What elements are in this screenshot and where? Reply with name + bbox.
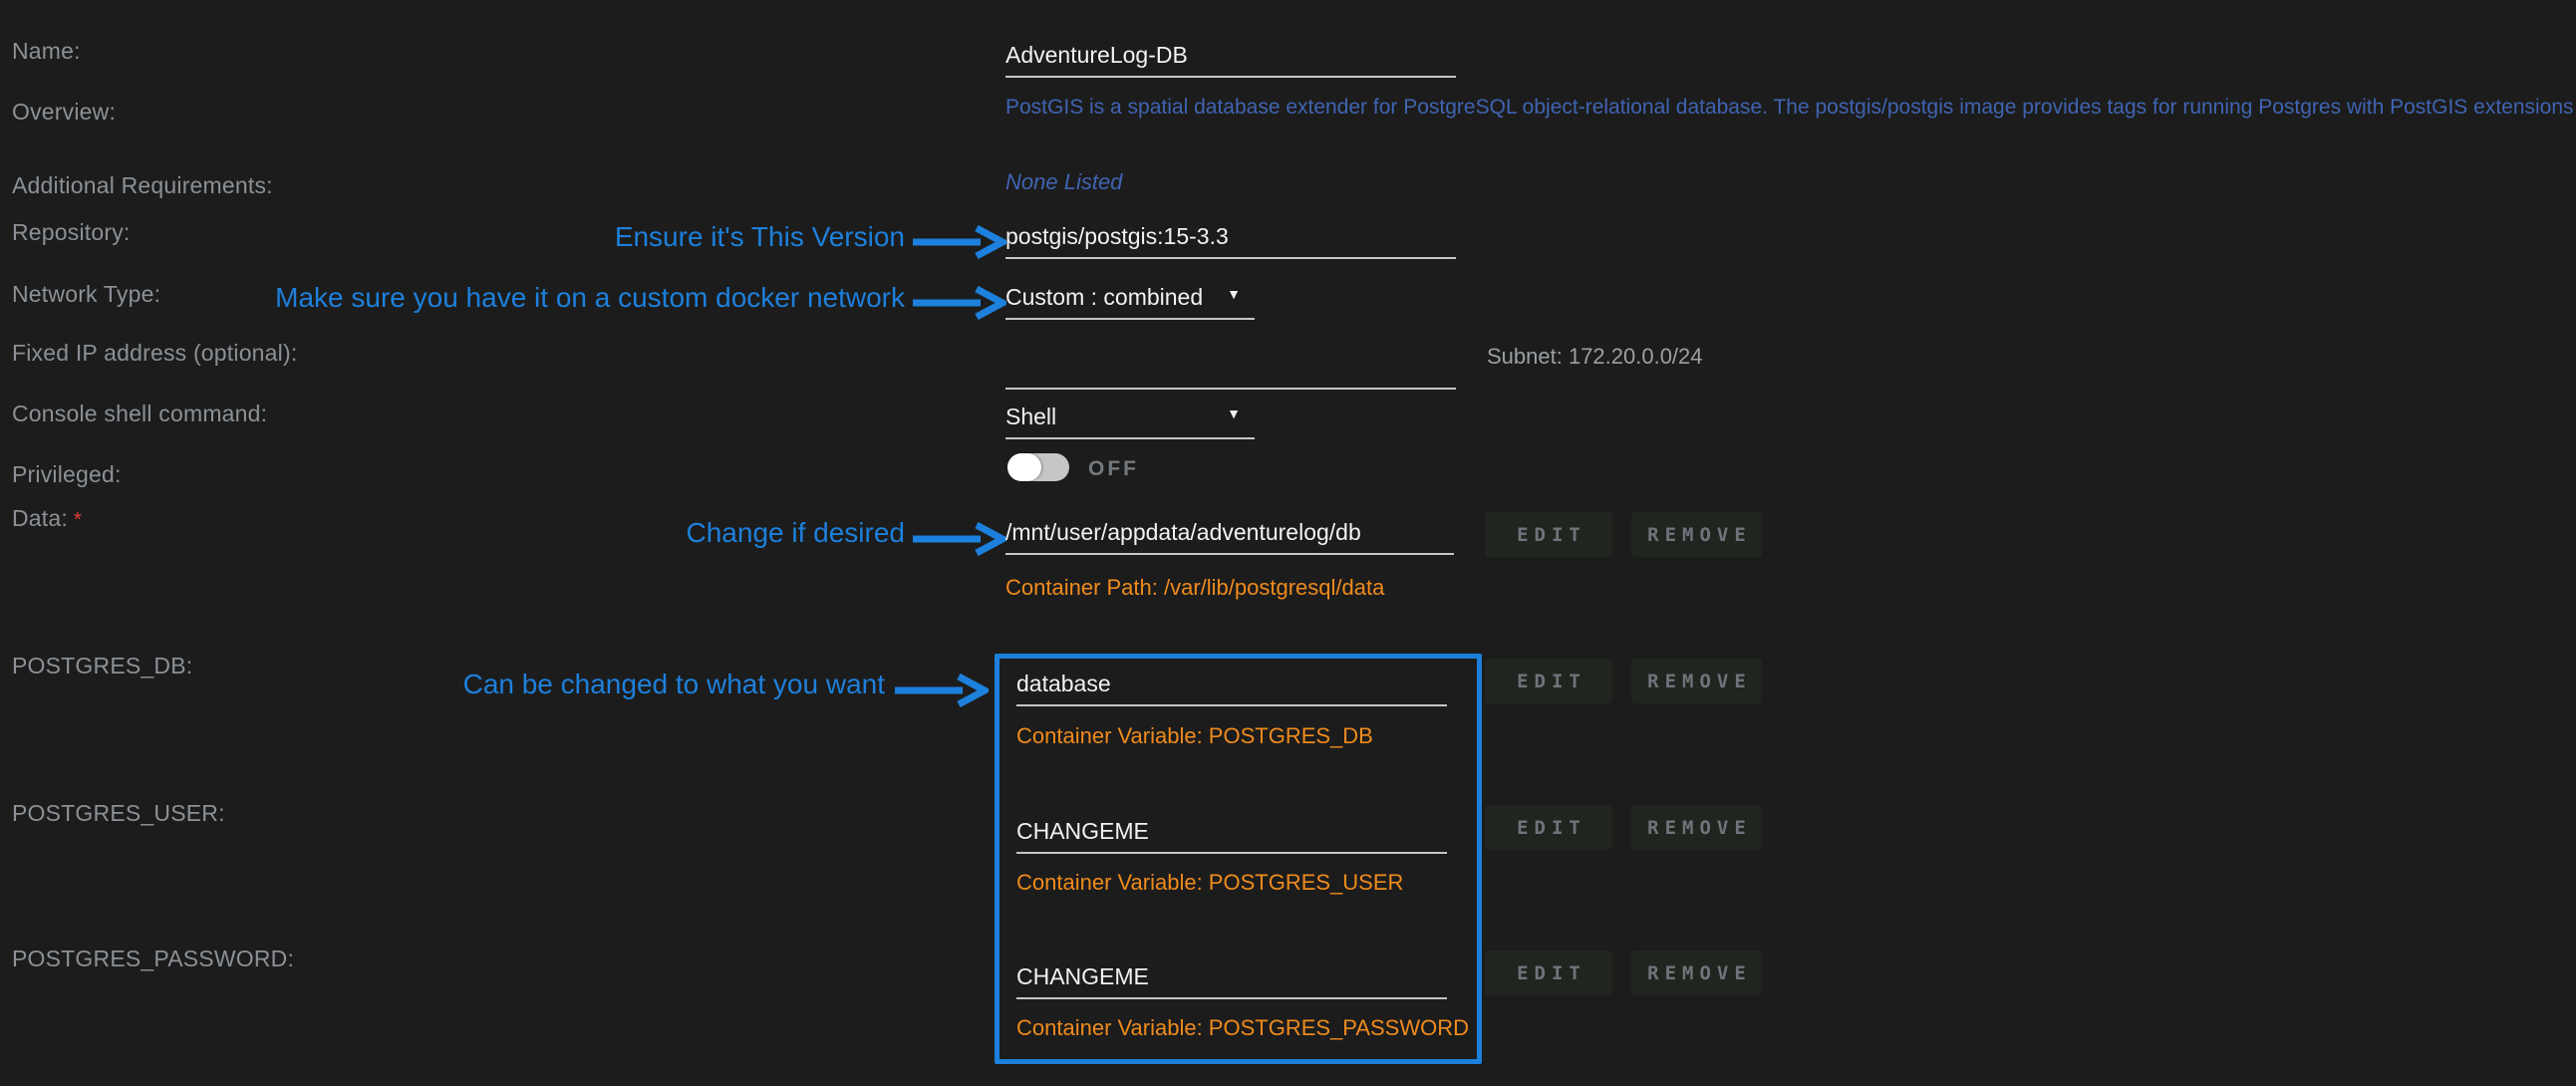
postgres-user-variable-note: Container Variable: POSTGRES_USER [1016, 870, 1403, 896]
privileged-label: Privileged: [12, 461, 122, 488]
console-shell-select[interactable]: Shell ▼ [1005, 404, 1255, 439]
postgres-user-input[interactable]: CHANGEME [1016, 818, 1447, 854]
postgres-fields-highlight-box [995, 654, 1482, 1064]
additional-requirements-label: Additional Requirements: [12, 172, 273, 199]
network-type-annotation-arrow-icon [911, 286, 1006, 320]
data-remove-button[interactable]: REMOVE [1631, 512, 1762, 557]
postgres-password-input-value: CHANGEME [1016, 963, 1447, 997]
postgres-db-label: POSTGRES_DB: [12, 653, 192, 679]
network-type-label: Network Type: [12, 281, 160, 308]
console-shell-label: Console shell command: [12, 401, 267, 427]
privileged-state-label: OFF [1088, 457, 1139, 481]
repository-input-underline [1005, 257, 1456, 259]
repository-input[interactable]: postgis/postgis:15-3.3 [1005, 223, 1456, 259]
name-label: Name: [12, 38, 81, 65]
postgres-db-edit-button[interactable]: EDIT [1485, 659, 1612, 703]
repository-label: Repository: [12, 219, 131, 246]
data-path-input-underline [1005, 553, 1454, 555]
network-type-selected-value: Custom : combined [1005, 284, 1255, 318]
postgres-password-edit-button[interactable]: EDIT [1485, 950, 1612, 995]
privileged-toggle[interactable] [1007, 453, 1069, 481]
data-label-text: Data: [12, 505, 68, 531]
postgres-password-label: POSTGRES_PASSWORD: [12, 946, 294, 972]
data-path-input[interactable]: /mnt/user/appdata/adventurelog/db [1005, 519, 1454, 555]
fixed-ip-input-value [1005, 354, 1456, 388]
fixed-ip-label: Fixed IP address (optional): [12, 340, 297, 367]
network-type-select-underline [1005, 318, 1255, 320]
postgres-user-label: POSTGRES_USER: [12, 800, 225, 827]
repository-input-value: postgis/postgis:15-3.3 [1005, 223, 1456, 257]
console-shell-dropdown-arrow-icon: ▼ [1227, 406, 1241, 421]
postgres-db-input-value: database [1016, 671, 1447, 704]
repository-annotation: Ensure it's This Version [615, 221, 905, 253]
postgres-password-variable-note: Container Variable: POSTGRES_PASSWORD [1016, 1015, 1469, 1041]
postgres-db-remove-button[interactable]: REMOVE [1631, 659, 1762, 703]
data-path-input-value: /mnt/user/appdata/adventurelog/db [1005, 519, 1454, 553]
postgres-db-variable-note: Container Variable: POSTGRES_DB [1016, 723, 1373, 749]
additional-requirements-value: None Listed [1005, 169, 1122, 195]
network-type-dropdown-arrow-icon: ▼ [1227, 286, 1241, 302]
name-input-value: AdventureLog-DB [1005, 42, 1456, 76]
data-annotation: Change if desired [687, 517, 905, 549]
repository-annotation-arrow-icon [911, 225, 1006, 259]
network-type-annotation: Make sure you have it on a custom docker… [275, 282, 905, 314]
docker-template-settings-page: Name: Overview: Additional Requirements:… [0, 0, 2576, 1086]
data-container-path-note: Container Path: /var/lib/postgresql/data [1005, 575, 1384, 601]
privileged-toggle-knob [1007, 453, 1041, 481]
postgres-db-input-underline [1016, 704, 1447, 706]
postgres-user-input-value: CHANGEME [1016, 818, 1447, 852]
overview-label: Overview: [12, 99, 116, 126]
name-input-underline [1005, 76, 1456, 78]
subnet-note: Subnet: 172.20.0.0/24 [1487, 344, 1703, 370]
console-shell-selected-value: Shell [1005, 404, 1255, 437]
data-label: Data:* [12, 505, 82, 532]
fixed-ip-input[interactable] [1005, 354, 1456, 390]
console-shell-select-underline [1005, 437, 1255, 439]
data-annotation-arrow-icon [911, 522, 1006, 556]
postgres-password-input[interactable]: CHANGEME [1016, 963, 1447, 999]
name-input[interactable]: AdventureLog-DB [1005, 42, 1456, 78]
postgres-user-input-underline [1016, 852, 1447, 854]
postgres-db-annotation: Can be changed to what you want [463, 669, 885, 700]
network-type-select[interactable]: Custom : combined ▼ [1005, 284, 1255, 320]
overview-text: PostGIS is a spatial database extender f… [1005, 96, 2576, 120]
postgres-db-annotation-arrow-icon [893, 674, 989, 707]
postgres-user-edit-button[interactable]: EDIT [1485, 805, 1612, 850]
postgres-user-remove-button[interactable]: REMOVE [1631, 805, 1762, 850]
fixed-ip-input-underline [1005, 388, 1456, 390]
postgres-db-input[interactable]: database [1016, 671, 1447, 706]
required-asterisk: * [68, 509, 82, 531]
postgres-password-input-underline [1016, 997, 1447, 999]
data-edit-button[interactable]: EDIT [1485, 512, 1612, 557]
postgres-password-remove-button[interactable]: REMOVE [1631, 950, 1762, 995]
